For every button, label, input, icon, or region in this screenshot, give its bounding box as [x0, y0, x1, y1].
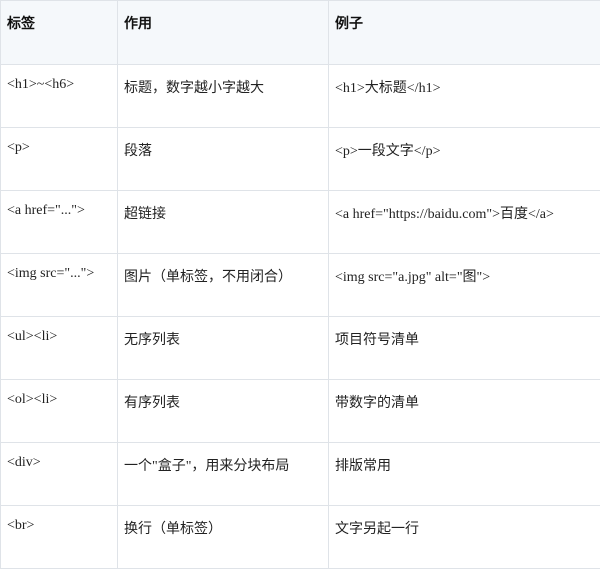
cell-purpose: 无序列表	[118, 317, 329, 380]
table-row: <div> 一个"盒子"，用来分块布局 排版常用	[1, 443, 600, 506]
cell-example: <p>一段文字</p>	[329, 128, 600, 191]
table-header-row: 标签 作用 例子	[1, 1, 600, 65]
cell-example: 项目符号清单	[329, 317, 600, 380]
cell-purpose: 段落	[118, 128, 329, 191]
cell-tag: <ol><li>	[1, 380, 118, 443]
cell-tag: <br>	[1, 506, 118, 569]
table-row: <br> 换行（单标签） 文字另起一行	[1, 506, 600, 569]
cell-purpose: 换行（单标签）	[118, 506, 329, 569]
cell-tag: <ul><li>	[1, 317, 118, 380]
table-row: <ul><li> 无序列表 项目符号清单	[1, 317, 600, 380]
cell-purpose: 图片（单标签，不用闭合）	[118, 254, 329, 317]
cell-example: <a href="https://baidu.com">百度</a>	[329, 191, 600, 254]
table-row: <img src="..."> 图片（单标签，不用闭合） <img src="a…	[1, 254, 600, 317]
cell-tag: <img src="...">	[1, 254, 118, 317]
cell-example: 文字另起一行	[329, 506, 600, 569]
cell-example: 带数字的清单	[329, 380, 600, 443]
header-tag: 标签	[1, 1, 118, 65]
cell-purpose: 一个"盒子"，用来分块布局	[118, 443, 329, 506]
cell-example: 排版常用	[329, 443, 600, 506]
cell-example: <img src="a.jpg" alt="图">	[329, 254, 600, 317]
table-row: <p> 段落 <p>一段文字</p>	[1, 128, 600, 191]
header-example: 例子	[329, 1, 600, 65]
html-tags-table: 标签 作用 例子 <h1>~<h6> 标题，数字越小字越大 <h1>大标题</h…	[0, 0, 600, 569]
table-row: <ol><li> 有序列表 带数字的清单	[1, 380, 600, 443]
table-row: <a href="..."> 超链接 <a href="https://baid…	[1, 191, 600, 254]
cell-purpose: 标题，数字越小字越大	[118, 65, 329, 128]
cell-tag: <h1>~<h6>	[1, 65, 118, 128]
cell-tag: <p>	[1, 128, 118, 191]
header-purpose: 作用	[118, 1, 329, 65]
cell-tag: <div>	[1, 443, 118, 506]
cell-tag: <a href="...">	[1, 191, 118, 254]
cell-purpose: 超链接	[118, 191, 329, 254]
table-row: <h1>~<h6> 标题，数字越小字越大 <h1>大标题</h1>	[1, 65, 600, 128]
cell-purpose: 有序列表	[118, 380, 329, 443]
cell-example: <h1>大标题</h1>	[329, 65, 600, 128]
